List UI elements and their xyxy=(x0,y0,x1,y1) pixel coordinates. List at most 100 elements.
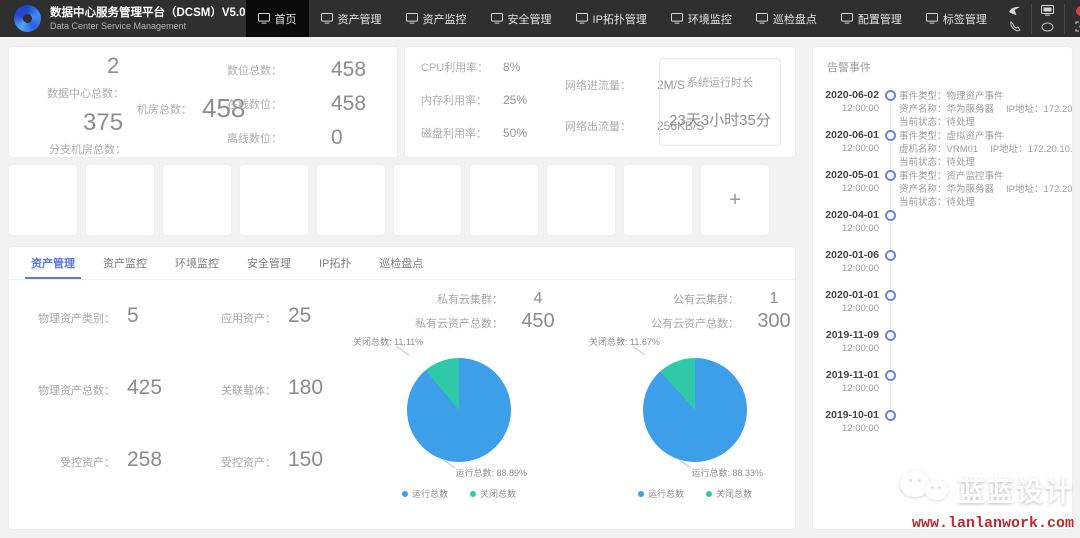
performance-card: CPU利用率：8% 内存利用率：25% 磁盘利用率：50% 网络进流量：2M/S… xyxy=(404,46,796,158)
alert-detail-row: 当前状态：待处理 xyxy=(899,156,1064,169)
watermark-brand: 蓝蓝设计 xyxy=(958,470,1074,509)
stat-label: 关联载体： xyxy=(180,382,276,398)
shortcut-placeholder-card[interactable] xyxy=(239,164,309,236)
shortcut-placeholder-card[interactable] xyxy=(623,164,693,236)
alert-timeline-item[interactable]: 2019-11-01 12:00:00 xyxy=(821,369,1064,409)
alert-time: 12:00:00 xyxy=(821,221,879,236)
alert-detail-row: 当前状态：待处理 xyxy=(899,116,1064,129)
alert-field: 事件类型：资产监控事件 xyxy=(899,171,1004,182)
memory-usage-stat: 内存利用率：25% xyxy=(421,92,563,108)
stat-label: 物理资产总数： xyxy=(19,382,115,398)
nav-item[interactable]: 资产监控 xyxy=(394,0,479,37)
panel-tab[interactable]: 资产监控 xyxy=(89,247,161,279)
alert-time: 12:00:00 xyxy=(821,341,879,356)
slot-stats: 数位总数：458 在线数位：458 离线数位：0 xyxy=(227,53,383,155)
scan-icon[interactable] xyxy=(1074,21,1080,33)
add-shortcut-button[interactable]: + xyxy=(700,164,770,236)
alert-time: 12:00:00 xyxy=(821,421,879,436)
alert-date: 2020-01-06 xyxy=(821,249,879,261)
alert-timeline-item[interactable]: 2020-06-02 12:00:00 事件类型：物理资产事件资产名称：华为服务… xyxy=(821,89,1064,129)
alert-detail-row: 资产名称：华为服务器IP地址：172.20.10.159 xyxy=(899,183,1064,196)
stat-value: 150 xyxy=(288,448,323,472)
legend-item[interactable]: 运行总数 xyxy=(402,487,448,500)
panel-tab[interactable]: 安全管理 xyxy=(233,247,305,279)
alert-timeline-item[interactable]: 2019-10-01 12:00:00 xyxy=(821,409,1064,449)
alerts-title: 告警事件 xyxy=(827,59,1064,75)
alerts-panel: 告警事件 2020-06-02 12:00:00 事件类型：物理资产事件资产名称… xyxy=(812,46,1073,530)
alert-timeline-item[interactable]: 2020-05-01 12:00:00 事件类型：资产监控事件资产名称：华为服务… xyxy=(821,169,1064,209)
legend-item[interactable]: 关闭总数 xyxy=(470,487,516,500)
alert-detail-row: 当前状态：待处理 xyxy=(899,196,1064,209)
shortcut-placeholder-card[interactable] xyxy=(393,164,463,236)
shortcut-placeholder-card[interactable] xyxy=(85,164,155,236)
shortcut-placeholder-card[interactable] xyxy=(469,164,539,236)
nav-item[interactable]: 首页 xyxy=(246,0,309,37)
cpu-usage-stat: CPU利用率：8% xyxy=(421,59,563,75)
message-dove-icon[interactable] xyxy=(1008,5,1022,17)
shortcut-placeholder-card[interactable] xyxy=(162,164,232,236)
timeline-dot-icon xyxy=(885,130,896,141)
shortcut-placeholder-card[interactable] xyxy=(316,164,386,236)
alert-detail-row: 事件类型：虚拟资产事件 xyxy=(899,130,1064,143)
alert-date: 2019-11-09 xyxy=(821,329,879,341)
alert-timeline-item[interactable]: 2020-01-06 12:00:00 xyxy=(821,249,1064,289)
stat-item: 应用资产： 25 xyxy=(180,304,341,328)
app-brand: 数据中心服务管理平台（DCSM）V5.0 Data Center Service… xyxy=(0,5,246,32)
panel-tab[interactable]: 资产管理 xyxy=(17,247,89,279)
nav-item[interactable]: IP拓扑管理 xyxy=(564,0,659,37)
alert-timeline-item[interactable]: 2019-11-09 12:00:00 xyxy=(821,329,1064,369)
cloud-head: 公有云集群：1 公有云资产总数：300 xyxy=(581,290,809,333)
alert-field: 当前状态：待处理 xyxy=(899,197,975,208)
alert-detail-row: 事件类型：资产监控事件 xyxy=(899,170,1064,183)
alert-field: 资产名称：华为服务器 xyxy=(899,184,994,195)
branch-room-total-value: 375 xyxy=(83,109,123,137)
legend-dot-icon xyxy=(402,491,408,497)
alert-details: 事件类型：物理资产事件资产名称：华为服务器IP地址：172.20.10.111当… xyxy=(899,89,1064,129)
nav-item[interactable]: 配置管理 xyxy=(829,0,914,37)
alert-timeline-item[interactable]: 2020-01-01 12:00:00 xyxy=(821,289,1064,329)
panel-tab[interactable]: 环境监控 xyxy=(161,247,233,279)
alert-timeline-item[interactable]: 2020-06-01 12:00:00 事件类型：虚拟资产事件虚机名称：VRM0… xyxy=(821,129,1064,169)
panel-tab[interactable]: 巡检盘点 xyxy=(365,247,437,279)
nav-item-label: 标签管理 xyxy=(943,11,987,27)
alert-field: IP地址：172.20.10.159 xyxy=(990,144,1073,155)
slot-offline-stat: 离线数位：0 xyxy=(227,121,383,155)
uptime-title: 系统运行时长 xyxy=(660,74,780,90)
shortcut-placeholder-card[interactable] xyxy=(8,164,78,236)
nav-item[interactable]: 资产管理 xyxy=(309,0,394,37)
window-icon xyxy=(406,13,418,24)
disk-usage-stat: 磁盘利用率：50% xyxy=(421,125,563,141)
alert-details: 事件类型：资产监控事件资产名称：华为服务器IP地址：172.20.10.159当… xyxy=(899,169,1064,209)
loop-icon[interactable] xyxy=(1041,21,1055,33)
panel-tab[interactable]: IP拓扑 xyxy=(305,247,365,279)
legend-item[interactable]: 关闭总数 xyxy=(706,487,752,500)
alert-timeline-item[interactable]: 2020-04-01 12:00:00 xyxy=(821,209,1064,249)
record-icon[interactable] xyxy=(1074,5,1080,17)
nav-item-label: IP拓扑管理 xyxy=(593,11,647,27)
timeline-dot-icon xyxy=(885,330,896,341)
nav-item[interactable]: 巡检盘点 xyxy=(744,0,829,37)
alert-field: 事件类型：物理资产事件 xyxy=(899,91,1004,102)
shortcut-placeholder-card[interactable] xyxy=(546,164,616,236)
alert-time: 12:00:00 xyxy=(821,101,879,116)
window-icon xyxy=(321,13,333,24)
nav-item[interactable]: 标签管理 xyxy=(914,0,999,37)
alert-details xyxy=(899,209,1064,210)
timeline-dot-icon xyxy=(885,90,896,101)
nav-item[interactable]: 安全管理 xyxy=(479,0,564,37)
alert-detail-row: 虚机名称：VRM01IP地址：172.20.10.159 xyxy=(899,143,1064,156)
phone-icon[interactable] xyxy=(1008,21,1022,33)
alert-field: 虚机名称：VRM01 xyxy=(899,144,978,155)
legend-label: 运行总数 xyxy=(412,487,448,500)
nav-item[interactable]: 环境监控 xyxy=(659,0,744,37)
stat-value: 425 xyxy=(127,376,162,400)
pie-annotation-closed: 关闭总数: 11.11% xyxy=(353,335,423,348)
screen-icon[interactable] xyxy=(1041,5,1055,17)
pie-chart xyxy=(643,358,747,462)
room-total-label: 机房总数： xyxy=(137,101,192,117)
pie-legend: 运行总数 关闭总数 xyxy=(581,487,809,500)
pie-annotation-closed: 关闭总数: 11.67% xyxy=(589,335,660,348)
legend-item[interactable]: 运行总数 xyxy=(638,487,684,500)
alert-details xyxy=(899,329,1064,330)
alert-field: 资产名称：华为服务器 xyxy=(899,104,994,115)
